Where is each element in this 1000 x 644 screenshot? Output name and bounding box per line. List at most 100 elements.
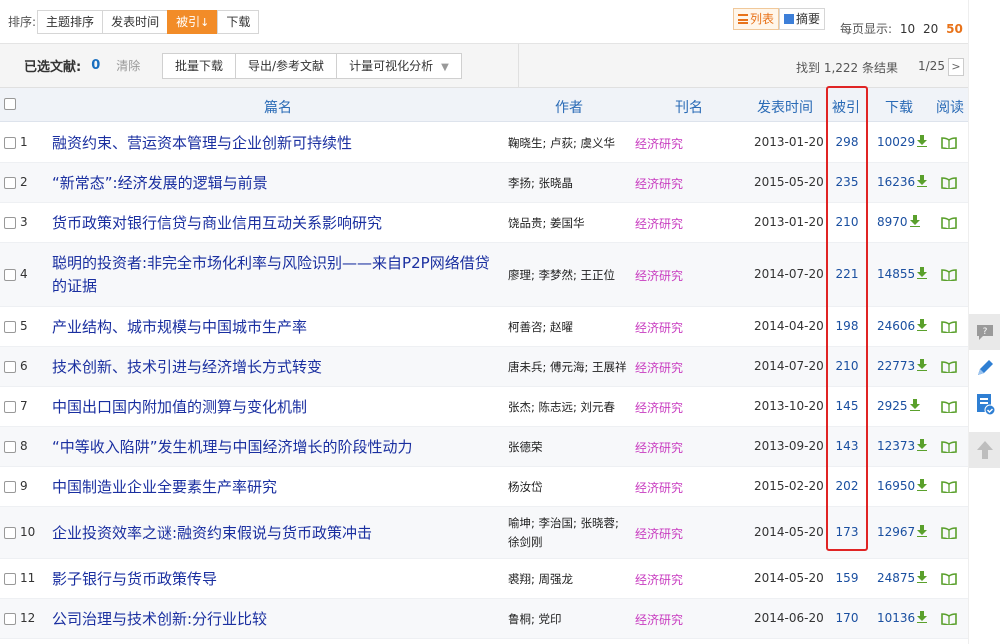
- read-book-icon[interactable]: [941, 613, 957, 625]
- download-link[interactable]: 16236: [877, 175, 928, 189]
- journal-link[interactable]: 经济研究: [635, 267, 683, 284]
- row-checkbox[interactable]: [4, 573, 16, 585]
- col-author[interactable]: 作者: [555, 97, 583, 117]
- article-title-link[interactable]: 货币政策对银行信贷与商业信用互动关系影响研究: [52, 212, 504, 235]
- read-book-icon[interactable]: [941, 321, 957, 333]
- row-checkbox[interactable]: [4, 269, 16, 281]
- citation-count-link[interactable]: 143: [828, 439, 866, 453]
- comment-button[interactable]: ?: [969, 314, 1000, 350]
- read-book-icon[interactable]: [941, 217, 957, 229]
- journal-link[interactable]: 经济研究: [635, 571, 683, 588]
- article-authors[interactable]: 杨汝岱: [508, 478, 632, 497]
- list-view-button[interactable]: 列表: [733, 8, 780, 30]
- download-link[interactable]: 24606: [877, 319, 928, 333]
- download-link[interactable]: 16950: [877, 479, 928, 493]
- article-title-link[interactable]: “新常态”:经济发展的逻辑与前景: [52, 172, 504, 195]
- article-title-link[interactable]: 中国出口国内附加值的测算与变化机制: [52, 396, 504, 419]
- article-title-link[interactable]: 公司治理与技术创新:分行业比较: [52, 608, 504, 631]
- article-title-link[interactable]: 影子银行与货币政策传导: [52, 568, 504, 591]
- col-downloads[interactable]: 下载: [885, 97, 913, 117]
- download-link[interactable]: 10136: [877, 611, 928, 625]
- per-page-20[interactable]: 20: [923, 22, 938, 36]
- article-title-link[interactable]: 融资约束、营运资本管理与企业创新可持续性: [52, 132, 504, 155]
- sort-by-date-button[interactable]: 发表时间: [102, 9, 169, 34]
- read-book-icon[interactable]: [941, 481, 957, 493]
- article-title-link[interactable]: 技术创新、技术引进与经济增长方式转变: [52, 356, 504, 379]
- download-link[interactable]: 24875: [877, 571, 928, 585]
- download-link[interactable]: 14855: [877, 267, 928, 281]
- citation-count-link[interactable]: 298: [828, 135, 866, 149]
- article-authors[interactable]: 张杰; 陈志远; 刘元春: [508, 398, 632, 417]
- citation-count-link[interactable]: 159: [828, 571, 866, 585]
- citation-count-link[interactable]: 173: [828, 525, 866, 539]
- citation-count-link[interactable]: 235: [828, 175, 866, 189]
- row-checkbox[interactable]: [4, 361, 16, 373]
- article-authors[interactable]: 张德荣: [508, 438, 632, 457]
- citation-count-link[interactable]: 202: [828, 479, 866, 493]
- edit-button[interactable]: [969, 350, 1000, 386]
- download-link[interactable]: 10029: [877, 135, 928, 149]
- citation-count-link[interactable]: 198: [828, 319, 866, 333]
- article-authors[interactable]: 喻坤; 李治国; 张晓蓉; 徐剑刚: [508, 514, 632, 552]
- sort-by-downloads-button[interactable]: 下载: [217, 9, 260, 34]
- download-link[interactable]: 2925: [877, 399, 920, 413]
- sort-by-topic-button[interactable]: 主题排序: [37, 9, 104, 34]
- citation-count-link[interactable]: 221: [828, 267, 866, 281]
- row-checkbox[interactable]: [4, 613, 16, 625]
- col-title[interactable]: 篇名: [264, 97, 292, 117]
- row-checkbox[interactable]: [4, 441, 16, 453]
- article-title-link[interactable]: 中国制造业企业全要素生产率研究: [52, 476, 504, 499]
- read-book-icon[interactable]: [941, 441, 957, 453]
- batch-download-button[interactable]: 批量下载: [162, 53, 237, 79]
- journal-link[interactable]: 经济研究: [635, 359, 683, 376]
- article-title-link[interactable]: 聪明的投资者:非完全市场化利率与风险识别——来自P2P网络借贷的证据: [52, 252, 504, 298]
- col-cited[interactable]: 被引: [832, 97, 860, 117]
- row-checkbox[interactable]: [4, 481, 16, 493]
- back-to-top-button[interactable]: [969, 432, 1000, 468]
- read-book-icon[interactable]: [941, 269, 957, 281]
- article-authors[interactable]: 廖理; 李梦然; 王正位: [508, 266, 632, 285]
- article-authors[interactable]: 鞠晓生; 卢荻; 虞义华: [508, 134, 632, 153]
- journal-link[interactable]: 经济研究: [635, 611, 683, 628]
- export-references-button[interactable]: 导出/参考文献: [235, 53, 338, 79]
- sort-by-citations-button[interactable]: 被引↓: [167, 9, 219, 34]
- journal-link[interactable]: 经济研究: [635, 215, 683, 232]
- journal-link[interactable]: 经济研究: [635, 479, 683, 496]
- per-page-50[interactable]: 50: [946, 22, 963, 36]
- read-book-icon[interactable]: [941, 361, 957, 373]
- journal-link[interactable]: 经济研究: [635, 319, 683, 336]
- row-checkbox[interactable]: [4, 401, 16, 413]
- clear-selection-link[interactable]: 清除: [116, 57, 140, 74]
- download-link[interactable]: 12967: [877, 525, 928, 539]
- row-checkbox[interactable]: [4, 321, 16, 333]
- article-authors[interactable]: 裘翔; 周强龙: [508, 570, 632, 589]
- download-link[interactable]: 8970: [877, 215, 920, 229]
- next-page-button[interactable]: >: [948, 58, 964, 76]
- col-journal[interactable]: 刊名: [675, 97, 703, 117]
- journal-link[interactable]: 经济研究: [635, 175, 683, 192]
- article-authors[interactable]: 饶品贵; 姜国华: [508, 214, 632, 233]
- per-page-10[interactable]: 10: [900, 22, 915, 36]
- article-authors[interactable]: 鲁桐; 党印: [508, 610, 632, 629]
- row-checkbox[interactable]: [4, 137, 16, 149]
- journal-link[interactable]: 经济研究: [635, 399, 683, 416]
- citation-count-link[interactable]: 210: [828, 359, 866, 373]
- checklist-button[interactable]: [969, 386, 1000, 422]
- row-checkbox[interactable]: [4, 527, 16, 539]
- row-checkbox[interactable]: [4, 177, 16, 189]
- download-link[interactable]: 12373: [877, 439, 928, 453]
- citation-count-link[interactable]: 170: [828, 611, 866, 625]
- read-book-icon[interactable]: [941, 137, 957, 149]
- article-authors[interactable]: 唐未兵; 傅元海; 王展祥: [508, 358, 632, 377]
- article-authors[interactable]: 李扬; 张晓晶: [508, 174, 632, 193]
- summary-view-button[interactable]: 摘要: [779, 8, 826, 30]
- read-book-icon[interactable]: [941, 401, 957, 413]
- select-all-checkbox[interactable]: [4, 98, 16, 110]
- read-book-icon[interactable]: [941, 573, 957, 585]
- read-book-icon[interactable]: [941, 177, 957, 189]
- download-link[interactable]: 22773: [877, 359, 928, 373]
- journal-link[interactable]: 经济研究: [635, 135, 683, 152]
- article-title-link[interactable]: “中等收入陷阱”发生机理与中国经济增长的阶段性动力: [52, 436, 504, 459]
- article-title-link[interactable]: 企业投资效率之谜:融资约束假说与货币政策冲击: [52, 522, 504, 545]
- visual-analysis-button[interactable]: 计量可视化分析 ▼: [336, 53, 462, 79]
